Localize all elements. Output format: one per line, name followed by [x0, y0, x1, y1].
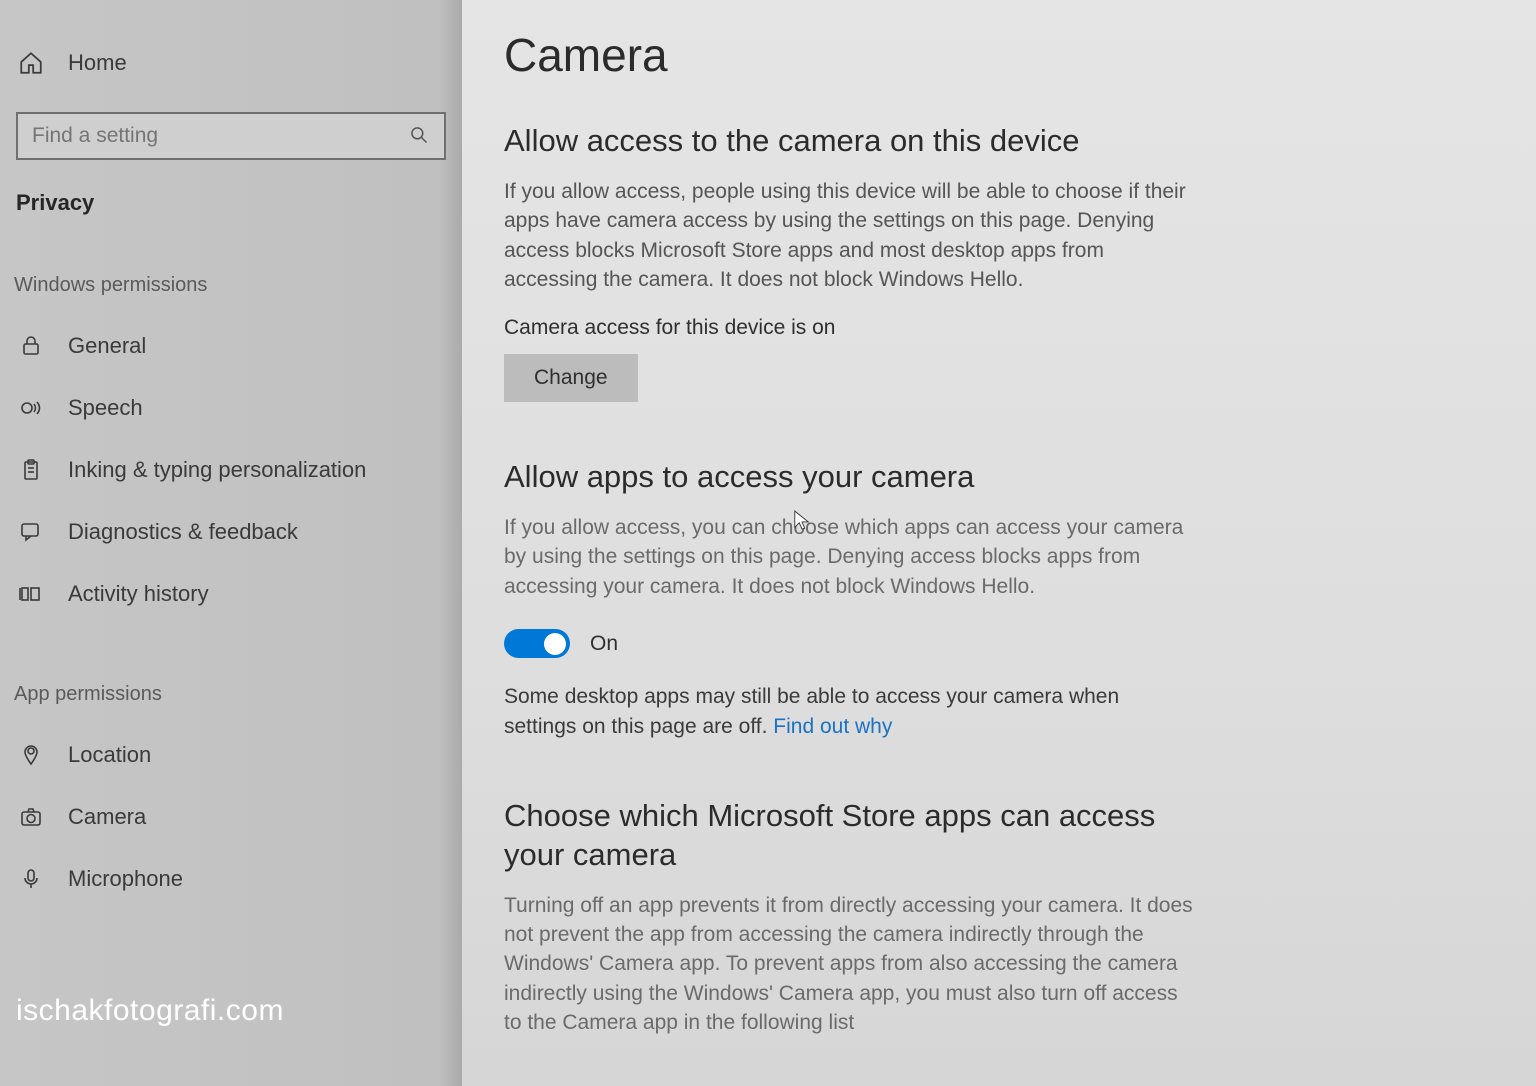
nav-item-camera[interactable]: Camera	[0, 786, 462, 848]
section3-heading: Choose which Microsoft Store apps can ac…	[504, 797, 1194, 875]
nav-item-label: Microphone	[68, 866, 183, 892]
nav-item-diagnostics[interactable]: Diagnostics & feedback	[0, 501, 462, 563]
nav-item-speech[interactable]: Speech	[0, 377, 462, 439]
group-label-app-permissions: App permissions	[0, 683, 462, 706]
nav-home-label: Home	[68, 50, 127, 76]
speech-icon	[18, 395, 44, 421]
nav-item-label: Activity history	[68, 581, 209, 607]
section2-body: If you allow access, you can choose whic…	[504, 513, 1194, 601]
home-icon	[18, 50, 44, 76]
nav-home[interactable]: Home	[0, 40, 462, 86]
microphone-icon	[18, 866, 44, 892]
apps-access-toggle[interactable]	[504, 629, 570, 658]
history-icon	[18, 581, 44, 607]
main-content: Camera Allow access to the camera on thi…	[462, 0, 1536, 1086]
location-icon	[18, 742, 44, 768]
section1-body: If you allow access, people using this d…	[504, 177, 1194, 295]
watermark: ischakfotografi.com	[16, 994, 284, 1028]
section2-heading: Allow apps to access your camera	[504, 458, 1496, 497]
search-input[interactable]	[32, 124, 409, 148]
section1-heading: Allow access to the camera on this devic…	[504, 122, 1496, 161]
settings-sidebar: Home Privacy Windows permissions General…	[0, 0, 462, 1086]
lock-icon	[18, 333, 44, 359]
nav-item-inking[interactable]: Inking & typing personalization	[0, 439, 462, 501]
find-out-why-link[interactable]: Find out why	[773, 715, 892, 738]
nav-item-location[interactable]: Location	[0, 724, 462, 786]
desktop-apps-note: Some desktop apps may still be able to a…	[504, 682, 1194, 741]
feedback-icon	[18, 519, 44, 545]
nav-item-activity-history[interactable]: Activity history	[0, 563, 462, 625]
nav-item-microphone[interactable]: Microphone	[0, 848, 462, 910]
nav-item-label: Speech	[68, 395, 143, 421]
nav-item-label: Inking & typing personalization	[68, 457, 366, 483]
sidebar-category: Privacy	[0, 160, 462, 216]
camera-icon	[18, 804, 44, 830]
toggle-knob	[544, 633, 566, 655]
nav-item-label: Camera	[68, 804, 146, 830]
toggle-state-label: On	[590, 632, 618, 656]
nav-item-label: General	[68, 333, 146, 359]
search-icon	[409, 125, 430, 147]
apps-access-toggle-row: On	[504, 629, 1496, 658]
nav-item-label: Diagnostics & feedback	[68, 519, 298, 545]
nav-item-label: Location	[68, 742, 151, 768]
search-box[interactable]	[16, 112, 446, 160]
nav-item-general[interactable]: General	[0, 315, 462, 377]
section3-body: Turning off an app prevents it from dire…	[504, 891, 1194, 1038]
group-label-windows-permissions: Windows permissions	[0, 274, 462, 297]
clipboard-icon	[18, 457, 44, 483]
change-button[interactable]: Change	[504, 354, 638, 402]
page-title: Camera	[504, 28, 1496, 82]
camera-access-status: Camera access for this device is on	[504, 316, 1496, 340]
